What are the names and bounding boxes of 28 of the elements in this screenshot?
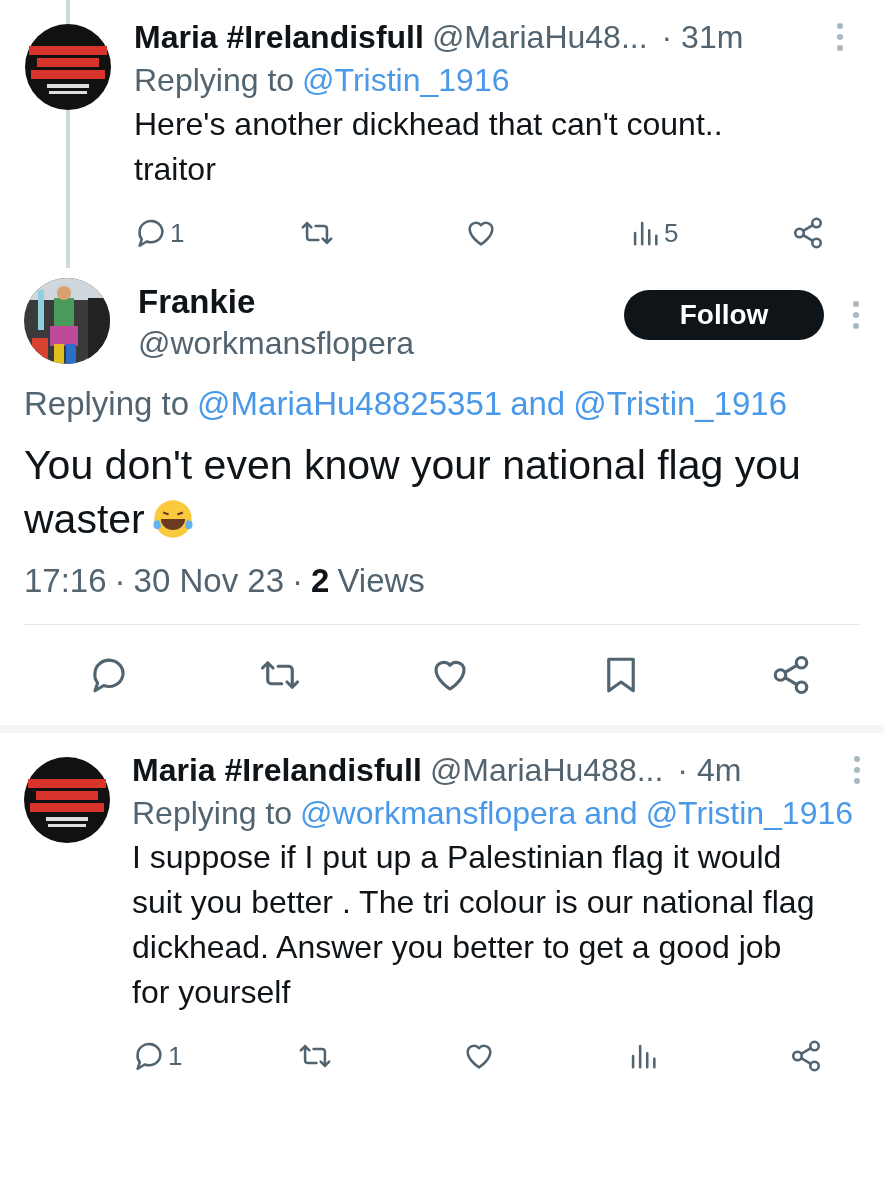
replying-label: Replying to bbox=[24, 385, 190, 422]
post-time: · 31m bbox=[661, 18, 744, 56]
post-date: 30 Nov 23 bbox=[133, 562, 285, 600]
replying-label: Replying to bbox=[132, 795, 293, 831]
author-name[interactable]: Maria #Irelandisfull bbox=[134, 18, 424, 56]
post-text: I suppose if I put up a Palestinian flag it would suit you better . The tri colour is our national flag dickhead. Answer you better to get a good job for yourself bbox=[132, 838, 816, 1012]
author-handle[interactable]: @MariaHu488... bbox=[429, 751, 664, 789]
action-count: 1 bbox=[170, 217, 185, 249]
separator-dot: · bbox=[292, 562, 304, 600]
views-label: Views bbox=[337, 562, 425, 600]
author-name[interactable]: Frankie bbox=[138, 282, 415, 322]
separator-dot: · bbox=[114, 562, 126, 600]
replying-label: Replying to bbox=[134, 62, 295, 98]
author-handle[interactable]: @workmansflopera bbox=[138, 322, 415, 364]
author-name[interactable]: Maria #Irelandisfull bbox=[132, 751, 422, 789]
joiner-text: and bbox=[584, 795, 638, 831]
action-count: 5 bbox=[664, 217, 679, 249]
post-time: · 4m bbox=[677, 751, 742, 789]
views-count: 2 bbox=[311, 562, 330, 600]
post-text: You don't even know your national flag you waster bbox=[24, 442, 801, 542]
post-time: 17:16 bbox=[24, 562, 107, 600]
joiner-text: and bbox=[510, 385, 566, 422]
follow-button[interactable]: Follow bbox=[624, 290, 824, 340]
action-count: 1 bbox=[168, 1040, 183, 1072]
post-text: Here's another dickhead that can't count.. traitor bbox=[134, 105, 724, 189]
share-icon[interactable] bbox=[791, 216, 825, 250]
author-handle[interactable]: @MariaHu48... bbox=[431, 18, 648, 56]
share-icon[interactable] bbox=[789, 1039, 823, 1073]
